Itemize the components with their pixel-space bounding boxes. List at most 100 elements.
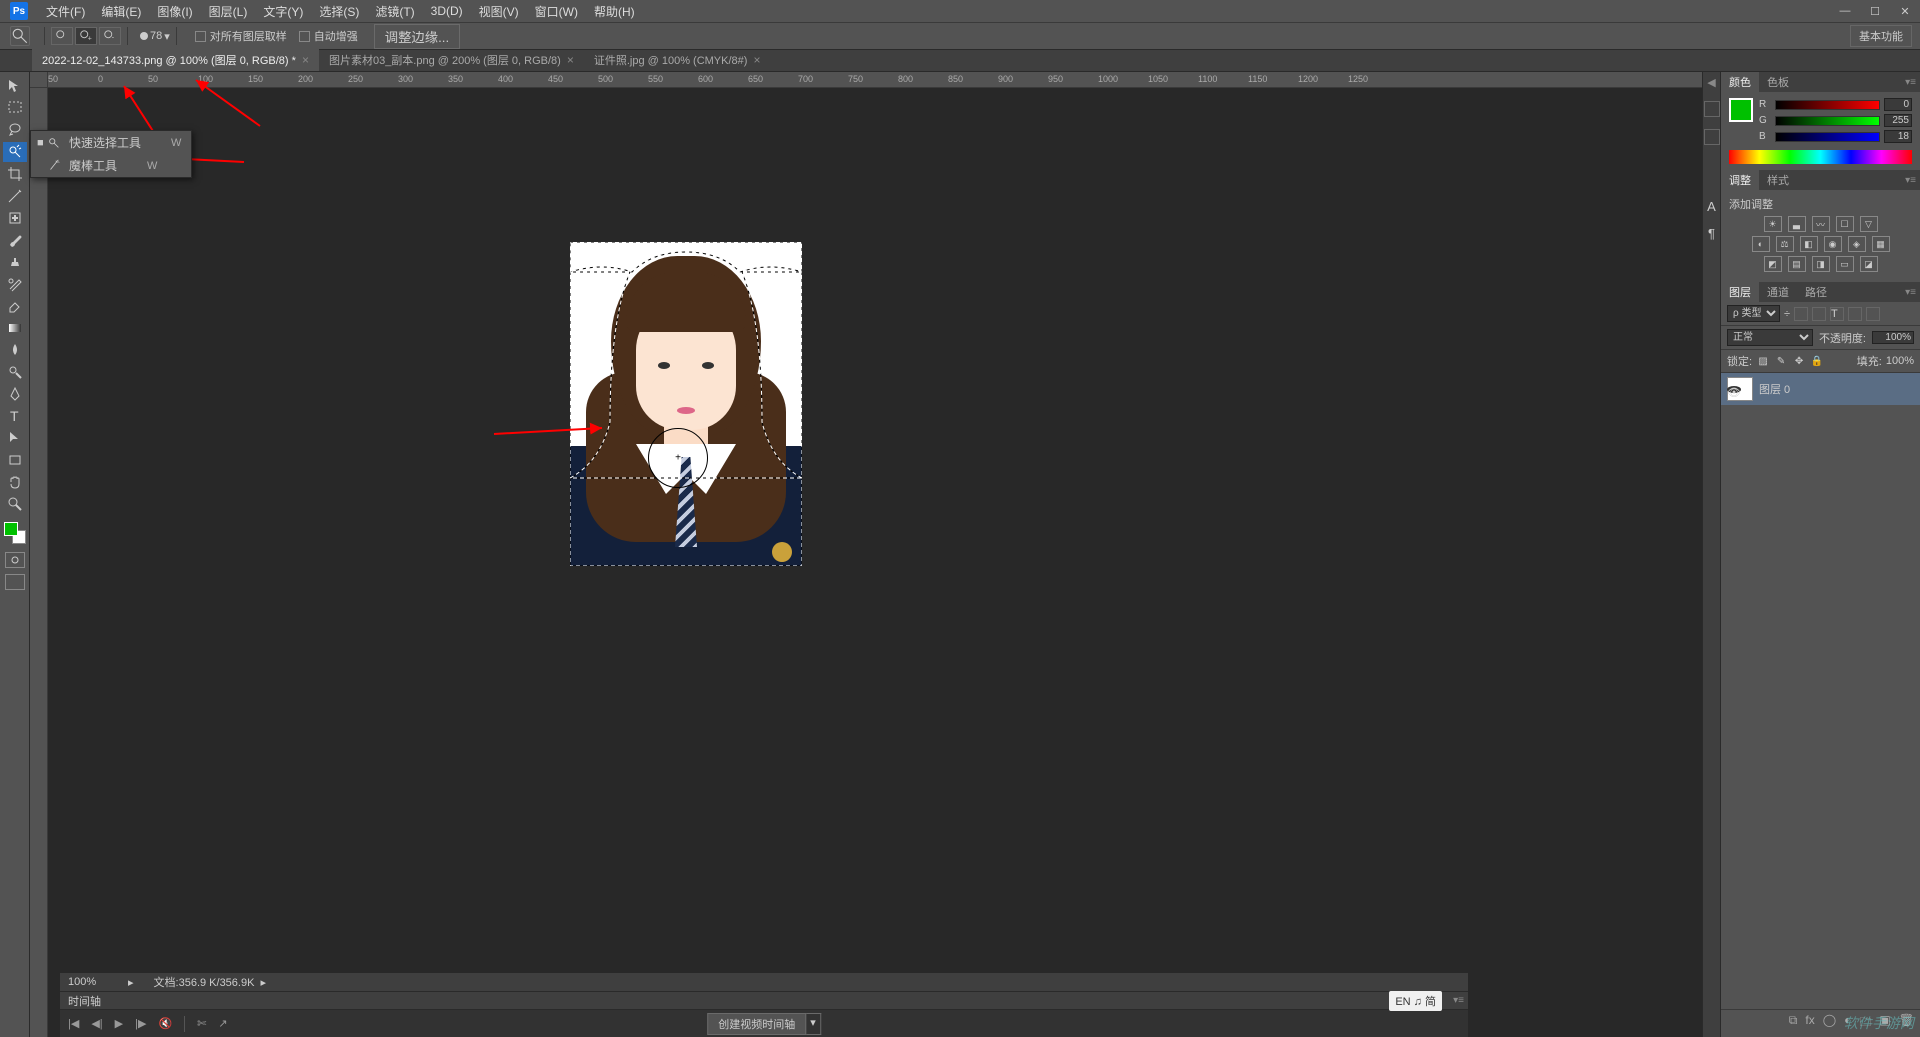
link-layers-icon[interactable]: ⧉: [1789, 1013, 1798, 1034]
menu-text[interactable]: 文字(Y): [255, 3, 311, 20]
screen-mode-toggle[interactable]: [5, 574, 25, 590]
character-panel-icon[interactable]: A: [1707, 199, 1716, 214]
color-balance-icon[interactable]: ⚖: [1776, 236, 1794, 252]
timeline-prev-frame[interactable]: ◀|: [91, 1017, 102, 1030]
document-tab-3[interactable]: 证件照.jpg @ 100% (CMYK/8#)×: [584, 49, 771, 71]
timeline-transition-icon[interactable]: ↗: [218, 1017, 227, 1030]
levels-icon[interactable]: ▃: [1788, 216, 1806, 232]
hue-icon[interactable]: ◐: [1752, 236, 1770, 252]
foreground-color-swatch[interactable]: [4, 522, 18, 536]
menu-file[interactable]: 文件(F): [38, 3, 93, 20]
horizontal-ruler[interactable]: 5005010015020025030035040045050055060065…: [48, 72, 1702, 88]
hand-tool[interactable]: [3, 472, 27, 492]
timeline-mute[interactable]: 🔇: [158, 1017, 172, 1030]
menu-image[interactable]: 图像(I): [149, 3, 200, 20]
lock-transparent-icon[interactable]: ▨: [1756, 354, 1770, 368]
close-button[interactable]: ✕: [1890, 1, 1920, 21]
ime-indicator[interactable]: EN ♫ 简: [1389, 991, 1442, 1011]
vertical-ruler[interactable]: [30, 88, 48, 1037]
crop-tool[interactable]: [3, 164, 27, 184]
bw-icon[interactable]: ◧: [1800, 236, 1818, 252]
b-slider[interactable]: [1775, 132, 1880, 142]
timeline-go-start[interactable]: |◀: [68, 1017, 79, 1030]
channel-mixer-icon[interactable]: ◈: [1848, 236, 1866, 252]
threshold-icon[interactable]: ◨: [1812, 256, 1830, 272]
path-selection-tool[interactable]: [3, 428, 27, 448]
close-tab-icon[interactable]: ×: [567, 53, 574, 67]
color-spectrum[interactable]: [1729, 150, 1912, 164]
filter-smart-icon[interactable]: [1866, 307, 1880, 321]
pen-tool[interactable]: [3, 384, 27, 404]
timeline-next-frame[interactable]: |▶: [135, 1017, 146, 1030]
layer-name[interactable]: 图层 0: [1759, 381, 1790, 397]
menu-view[interactable]: 视图(V): [471, 3, 527, 20]
zoom-level[interactable]: 100%: [68, 976, 128, 988]
quick-mask-toggle[interactable]: [5, 552, 25, 568]
lasso-tool[interactable]: [3, 120, 27, 140]
canvas-area[interactable]: 5005010015020025030035040045050055060065…: [30, 72, 1702, 1037]
menu-3d[interactable]: 3D(D): [423, 4, 471, 18]
sample-all-layers-checkbox[interactable]: 对所有图层取样: [195, 28, 287, 44]
styles-tab[interactable]: 样式: [1759, 170, 1797, 190]
filter-shape-icon[interactable]: [1848, 307, 1862, 321]
move-tool[interactable]: [3, 76, 27, 96]
visibility-toggle-icon[interactable]: 👁: [1727, 386, 1741, 393]
g-value[interactable]: 255: [1884, 114, 1912, 127]
add-selection-mode[interactable]: +: [75, 27, 97, 45]
flyout-quick-select[interactable]: ■ 快速选择工具 W: [31, 131, 191, 154]
minimize-button[interactable]: —: [1830, 1, 1860, 21]
layer-filter-select[interactable]: ρ 类型: [1727, 305, 1780, 322]
create-video-timeline-button[interactable]: 创建视频时间轴: [707, 1013, 806, 1035]
eyedropper-tool[interactable]: [3, 186, 27, 206]
workspace-switcher[interactable]: 基本功能: [1850, 25, 1912, 47]
healing-brush-tool[interactable]: [3, 208, 27, 228]
document-canvas[interactable]: [570, 242, 802, 566]
type-tool[interactable]: T: [3, 406, 27, 426]
menu-filter[interactable]: 滤镜(T): [367, 3, 422, 20]
marquee-tool[interactable]: [3, 98, 27, 118]
eraser-tool[interactable]: [3, 296, 27, 316]
panel-menu-icon[interactable]: ▾≡: [1905, 287, 1916, 298]
vibrance-icon[interactable]: ▽: [1860, 216, 1878, 232]
ruler-origin[interactable]: [30, 72, 48, 88]
gradient-map-icon[interactable]: ▭: [1836, 256, 1854, 272]
current-tool-icon[interactable]: [10, 26, 30, 46]
timeline-panel-tab[interactable]: 时间轴 ▾≡: [60, 991, 1468, 1009]
gradient-tool[interactable]: [3, 318, 27, 338]
properties-panel-icon[interactable]: [1704, 129, 1720, 145]
panel-menu-icon[interactable]: ▾≡: [1905, 77, 1916, 88]
channels-tab[interactable]: 通道: [1759, 282, 1797, 302]
lock-pixels-icon[interactable]: ✎: [1774, 354, 1788, 368]
blur-tool[interactable]: [3, 340, 27, 360]
subtract-selection-mode[interactable]: -: [99, 27, 121, 45]
exposure-icon[interactable]: ☐: [1836, 216, 1854, 232]
document-tab-2[interactable]: 图片素材03_副本.png @ 200% (图层 0, RGB/8)×: [319, 49, 584, 71]
color-tab[interactable]: 颜色: [1721, 72, 1759, 92]
filter-type-icon[interactable]: T: [1830, 307, 1844, 321]
quick-selection-tool[interactable]: [3, 142, 27, 162]
close-tab-icon[interactable]: ×: [302, 53, 309, 67]
g-slider[interactable]: [1775, 116, 1880, 126]
flyout-magic-wand[interactable]: 魔棒工具 W: [31, 154, 191, 177]
b-value[interactable]: 18: [1884, 130, 1912, 143]
photo-filter-icon[interactable]: ◉: [1824, 236, 1842, 252]
layer-fx-icon[interactable]: fx: [1805, 1013, 1814, 1034]
curves-icon[interactable]: 〰: [1812, 216, 1830, 232]
add-mask-icon[interactable]: ◯: [1823, 1013, 1836, 1034]
selective-color-icon[interactable]: ◪: [1860, 256, 1878, 272]
panel-menu-icon[interactable]: ▾≡: [1905, 175, 1916, 186]
menu-help[interactable]: 帮助(H): [586, 3, 643, 20]
close-tab-icon[interactable]: ×: [753, 53, 760, 67]
refine-edge-button[interactable]: 调整边缘...: [374, 24, 460, 49]
document-tab-1[interactable]: 2022-12-02_143733.png @ 100% (图层 0, RGB/…: [32, 49, 319, 71]
layer-row[interactable]: 👁 图层 0: [1721, 373, 1920, 405]
brush-tool[interactable]: [3, 230, 27, 250]
paragraph-panel-icon[interactable]: ¶: [1708, 226, 1715, 241]
panel-menu-icon[interactable]: ▾≡: [1453, 995, 1464, 1006]
color-swatches[interactable]: [4, 522, 26, 544]
zoom-tool[interactable]: [3, 494, 27, 514]
dodge-tool[interactable]: [3, 362, 27, 382]
lookup-icon[interactable]: ▦: [1872, 236, 1890, 252]
chevron-down-icon[interactable]: ▾: [164, 30, 170, 43]
adjustments-tab[interactable]: 调整: [1721, 170, 1759, 190]
